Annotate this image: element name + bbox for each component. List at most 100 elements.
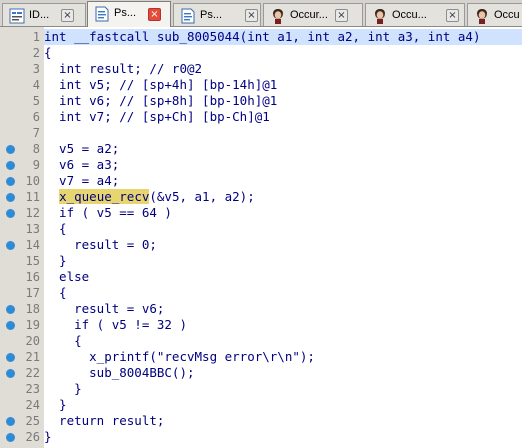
line-number: 19: [25, 318, 40, 332]
line-number: 24: [25, 398, 40, 412]
code-line[interactable]: x_printf("recvMsg error\r\n");: [44, 349, 315, 365]
breakpoint-dot-icon[interactable]: [6, 193, 15, 202]
gutter-line: 5: [0, 93, 44, 109]
line-number: 9: [32, 158, 40, 172]
code-line[interactable]: if ( v5 != 32 ): [44, 317, 187, 333]
tab-bar: ID... × Ps... × Ps... × Occur... × Occu... × Occu: [0, 0, 522, 27]
tab-label: Occur...: [290, 9, 328, 21]
close-tab-icon[interactable]: ×: [335, 9, 348, 22]
gutter-line: 14: [0, 237, 44, 253]
close-tab-icon[interactable]: ×: [245, 9, 258, 22]
line-number: 7: [32, 126, 40, 140]
code-line[interactable]: x_queue_recv(&v5, a1, a2);: [44, 189, 255, 205]
gutter-line: 8: [0, 141, 44, 157]
gutter-line: 16: [0, 269, 44, 285]
code-line[interactable]: result = v6;: [44, 301, 164, 317]
line-number: 15: [25, 254, 40, 268]
code-line[interactable]: {: [44, 285, 67, 301]
ida-view-icon: [9, 8, 25, 24]
line-number: 11: [25, 190, 40, 204]
gutter-line: 7: [0, 125, 44, 141]
tab-2[interactable]: Ps... ×: [87, 1, 171, 27]
gutter-line: 15: [0, 253, 44, 269]
code-line[interactable]: int v7; // [sp+Ch] [bp-Ch]@1: [44, 109, 270, 125]
tab-label: Ps...: [114, 7, 137, 19]
line-number: 18: [25, 302, 40, 316]
gutter-line: 6: [0, 109, 44, 125]
breakpoint-dot-icon[interactable]: [6, 209, 15, 218]
code-line[interactable]: int __fastcall sub_8005044(int a1, int a…: [44, 29, 522, 45]
breakpoint-dot-icon[interactable]: [6, 161, 15, 170]
code-line[interactable]: {: [44, 45, 52, 61]
line-number: 16: [25, 270, 40, 284]
line-number: 20: [25, 334, 40, 348]
pseudocode-icon: [180, 8, 196, 24]
close-tab-icon[interactable]: ×: [446, 9, 459, 22]
gutter-line: 22: [0, 365, 44, 381]
line-number: 13: [25, 222, 40, 236]
code-line[interactable]: }: [44, 397, 67, 413]
code-line[interactable]: {: [44, 333, 82, 349]
code-line[interactable]: int result; // r0@2: [44, 61, 202, 77]
occurrence-icon: [474, 8, 490, 24]
tab-1[interactable]: ID... ×: [2, 3, 86, 26]
line-number: 23: [25, 382, 40, 396]
highlighted-identifier[interactable]: x_queue_recv: [59, 189, 150, 204]
line-number: 22: [25, 366, 40, 380]
code-line[interactable]: v5 = a2;: [44, 141, 119, 157]
code-line[interactable]: v7 = a4;: [44, 173, 119, 189]
breakpoint-dot-icon[interactable]: [6, 177, 15, 186]
pseudocode-icon: [94, 6, 110, 22]
gutter-line: 26: [0, 429, 44, 445]
code-line[interactable]: sub_8004BBC();: [44, 365, 194, 381]
code-line[interactable]: if ( v5 == 64 ): [44, 205, 172, 221]
gutter-line: 25: [0, 413, 44, 429]
gutter-line: 21: [0, 349, 44, 365]
gutter-line: 13: [0, 221, 44, 237]
code-line[interactable]: return result;: [44, 413, 164, 429]
breakpoint-dot-icon[interactable]: [6, 321, 15, 330]
close-tab-icon[interactable]: ×: [61, 9, 74, 22]
tab-label: ID...: [29, 9, 50, 21]
gutter-line: 23: [0, 381, 44, 397]
breakpoint-dot-icon[interactable]: [6, 145, 15, 154]
code-line[interactable]: v6 = a3;: [44, 157, 119, 173]
tab-5[interactable]: Occu... ×: [365, 3, 465, 26]
breakpoint-dot-icon[interactable]: [6, 353, 15, 362]
code-line[interactable]: }: [44, 381, 82, 397]
close-tab-icon[interactable]: ×: [148, 8, 161, 21]
line-number: 12: [25, 206, 40, 220]
breakpoint-dot-icon[interactable]: [6, 369, 15, 378]
line-number: 26: [25, 430, 40, 444]
gutter-line: 17: [0, 285, 44, 301]
gutter-line: 10: [0, 173, 44, 189]
tab-6[interactable]: Occu: [467, 3, 522, 26]
line-number: 1: [32, 30, 40, 44]
line-number: 6: [32, 110, 40, 124]
code-line[interactable]: int v6; // [sp+8h] [bp-10h]@1: [44, 93, 277, 109]
breakpoint-dot-icon[interactable]: [6, 241, 15, 250]
line-number-gutter: 1 2 3 4 5 6 7 8 9 10 11 12 13 14 15 16 17 18 19 20 21 22 23 24 2…: [0, 27, 44, 448]
occurrence-icon: [372, 8, 388, 24]
line-number: 5: [32, 94, 40, 108]
line-number: 10: [25, 174, 40, 188]
gutter-line: 24: [0, 397, 44, 413]
code-line[interactable]: }: [44, 429, 52, 445]
code-line[interactable]: result = 0;: [44, 237, 157, 253]
tab-label: Occu: [494, 9, 520, 21]
gutter-line: 19: [0, 317, 44, 333]
breakpoint-dot-icon[interactable]: [6, 305, 15, 314]
tab-label: Occu...: [392, 9, 427, 21]
gutter-line: 18: [0, 301, 44, 317]
breakpoint-dot-icon[interactable]: [6, 433, 15, 442]
code-line[interactable]: }: [44, 253, 67, 269]
code-line[interactable]: int v5; // [sp+4h] [bp-14h]@1: [44, 77, 277, 93]
gutter-line: 3: [0, 61, 44, 77]
gutter-line: 1: [0, 29, 44, 45]
code-line[interactable]: {: [44, 221, 67, 237]
code-line[interactable]: else: [44, 269, 89, 285]
tab-3[interactable]: Ps... ×: [173, 3, 261, 26]
tab-4[interactable]: Occur... ×: [263, 3, 363, 26]
pseudocode-editor[interactable]: int __fastcall sub_8005044(int a1, int a…: [44, 27, 522, 448]
breakpoint-dot-icon[interactable]: [6, 417, 15, 426]
